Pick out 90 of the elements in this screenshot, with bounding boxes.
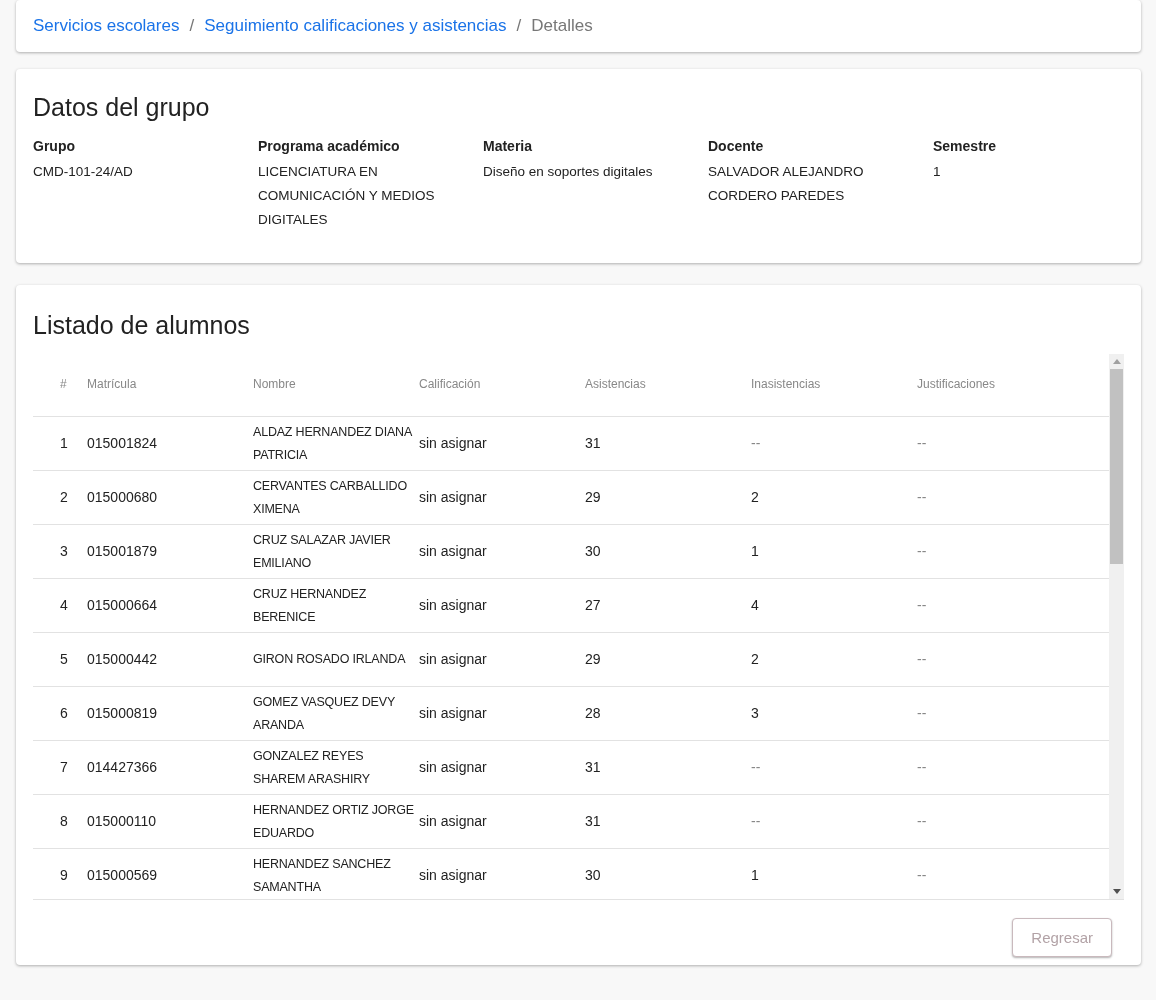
field-label: Programa académico	[258, 138, 401, 154]
table-cell-text: CRUZ SALAZAR JAVIER EMILIANO	[253, 531, 392, 572]
card-title: Listado de alumnos	[33, 311, 251, 340]
column-header: Nombre	[253, 377, 297, 393]
table-cell-text: 2	[751, 650, 760, 669]
table-cell-text: 015000569	[87, 866, 159, 885]
field-label: Semestre	[933, 138, 998, 154]
table-cell-text: --	[917, 812, 928, 831]
table-cell-text: 30	[585, 542, 602, 561]
table-cell-text: HERNANDEZ ORTIZ JORGE EDUARDO	[253, 801, 415, 842]
table-cell-text: sin asignar	[419, 704, 488, 723]
table-cell-text: 015000664	[87, 596, 159, 615]
table-cell-text: sin asignar	[419, 758, 488, 777]
table-cell-text: GONZALEZ REYES SHAREM ARASHIRY	[253, 747, 371, 788]
table-cell-text: --	[917, 866, 928, 885]
table-cell-text: ALDAZ HERNANDEZ DIANA PATRICIA	[253, 423, 413, 464]
table-cell-text: 8	[59, 812, 69, 831]
table-cell-text: 30	[585, 866, 602, 885]
table-cell-text: 3	[59, 542, 69, 561]
table-cell-text: 5	[59, 650, 69, 669]
table-cell-text: 2	[59, 488, 69, 507]
table-cell-text: 31	[585, 812, 602, 831]
table-cell-text: 7	[59, 758, 69, 777]
breadcrumb-current: Detalles	[531, 16, 593, 36]
table-cell-text: 2	[751, 488, 760, 507]
field-value: SALVADOR ALEJANDRO CORDERO PAREDES	[708, 163, 865, 205]
field-value: Diseño en soportes digitales	[483, 163, 654, 181]
breadcrumb-link[interactable]: Seguimiento calificaciones y asistencias	[204, 16, 507, 36]
table-cell-text: CRUZ HERNANDEZ BERENICE	[253, 585, 368, 626]
table-cell-text: 3	[751, 704, 760, 723]
table-cell-text: 015000680	[87, 488, 159, 507]
scroll-down-arrow-icon[interactable]	[1112, 889, 1121, 894]
table-cell-text: 4	[59, 596, 69, 615]
table-cell-text: 014427366	[87, 758, 159, 777]
table-cell-text: 015001879	[87, 542, 159, 561]
field-label: Grupo	[33, 138, 76, 154]
table-cell-text: 015000819	[87, 704, 159, 723]
table-cell-text: 6	[59, 704, 69, 723]
table-cell-text: 015000442	[87, 650, 159, 669]
column-header: Asistencias	[585, 377, 647, 393]
table-cell-text: 1	[59, 434, 69, 453]
card-title: Datos del grupo	[33, 93, 211, 122]
table-cell-text: 31	[585, 758, 602, 777]
table-cell-text: --	[917, 650, 928, 669]
table-cell-text: 9	[59, 866, 69, 885]
column-header: #	[59, 377, 68, 393]
column-header: Matrícula	[87, 377, 138, 393]
column-header: Inasistencias	[751, 377, 822, 393]
table-cell-text: sin asignar	[419, 488, 488, 507]
table-cell-text: 29	[585, 488, 602, 507]
field-value: CMD-101-24/AD	[33, 163, 134, 181]
table-cell-text: 29	[585, 650, 602, 669]
table-cell-text: --	[751, 434, 762, 453]
table-cell-text: --	[917, 704, 928, 723]
table-cell-text: sin asignar	[419, 542, 488, 561]
table-cell-text: sin asignar	[419, 596, 488, 615]
table-cell-text: --	[917, 596, 928, 615]
table-cell-text: GIRON ROSADO IRLANDA	[253, 651, 407, 668]
table-cell-text: --	[917, 758, 928, 777]
table-cell-text: --	[751, 758, 762, 777]
table-cell-text: 1	[751, 866, 760, 885]
table-cell-text: 015001824	[87, 434, 159, 453]
column-header: Justificaciones	[917, 377, 997, 393]
table-cell-text: HERNANDEZ SANCHEZ SAMANTHA	[253, 855, 392, 896]
field-label: Docente	[708, 138, 765, 154]
table-cell-text: 015000110	[87, 812, 158, 831]
table-cell-text: --	[751, 812, 762, 831]
table-cell-text: --	[917, 542, 928, 561]
field-value: LICENCIATURA EN COMUNICACIÓN Y MEDIOS DIGITALES	[258, 163, 436, 229]
table-cell-text: 31	[585, 434, 602, 453]
field-value: 1	[933, 163, 942, 181]
table-cell-text: --	[917, 488, 928, 507]
scroll-up-arrow-icon[interactable]	[1112, 359, 1121, 364]
table-cell-text: 27	[585, 596, 602, 615]
table-cell-text: 4	[751, 596, 760, 615]
breadcrumb-link[interactable]: Servicios escolares	[33, 16, 180, 36]
column-header: Calificación	[419, 377, 482, 393]
table-cell-text: CERVANTES CARBALLIDO XIMENA	[253, 477, 408, 518]
scrollbar[interactable]	[1109, 354, 1124, 899]
table-cell-text: --	[917, 434, 928, 453]
table-cell-text: sin asignar	[419, 866, 488, 885]
breadcrumb-separator: /	[189, 16, 195, 36]
table-cell-text: 28	[585, 704, 602, 723]
table-cell-text: sin asignar	[419, 812, 488, 831]
table-cell-text: GOMEZ VASQUEZ DEVY ARANDA	[253, 693, 396, 734]
breadcrumb-separator: /	[516, 16, 522, 36]
field-label: Materia	[483, 138, 534, 154]
table-cell-text: sin asignar	[419, 434, 488, 453]
table-cell-text: 1	[751, 542, 760, 561]
table-cell-text: sin asignar	[419, 650, 488, 669]
